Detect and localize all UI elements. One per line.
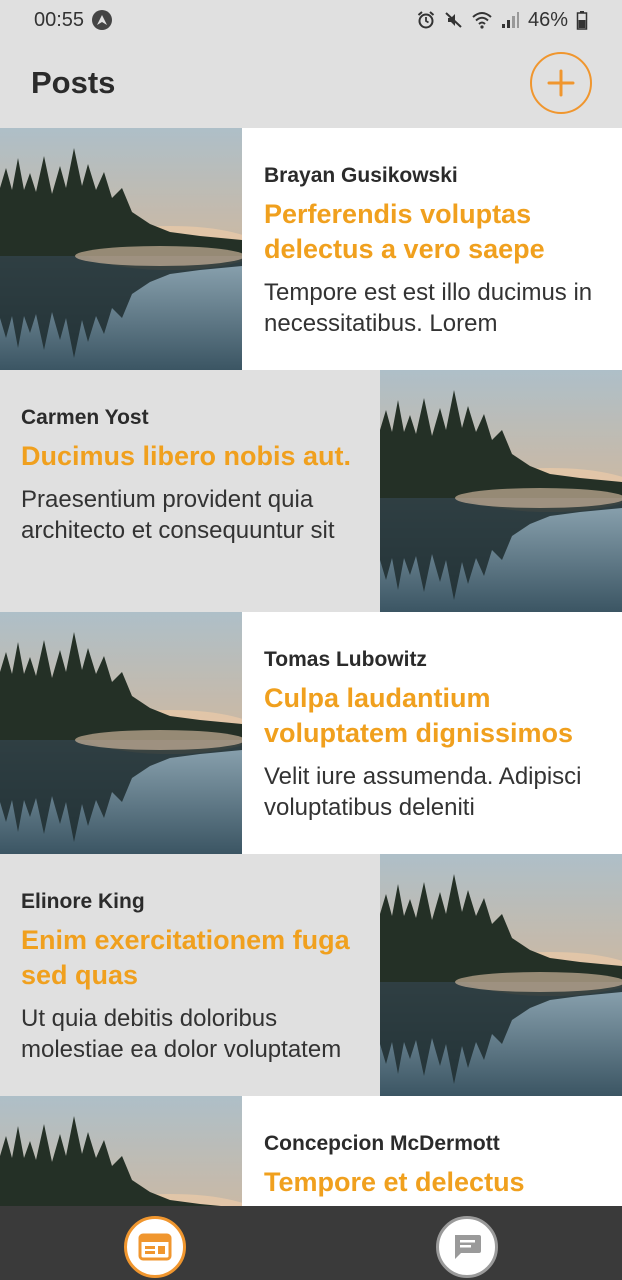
post-title: Perferendis voluptas delectus a vero sae…: [264, 199, 545, 264]
post-title: Tempore et delectus: [264, 1167, 525, 1197]
status-time: 00:55: [34, 8, 85, 31]
post-card[interactable]: Tomas Lubowitz Culpa laudantium voluptat…: [0, 612, 622, 854]
plus-icon: [547, 69, 575, 97]
mute-icon: [445, 12, 462, 28]
post-text: Elinore King Enim exercitationem fuga se…: [21, 854, 366, 1096]
feed-icon: [138, 1233, 172, 1261]
tab-posts[interactable]: [124, 1216, 186, 1278]
add-post-button[interactable]: [530, 52, 592, 114]
post-author: Elinore King: [21, 890, 145, 913]
posts-feed[interactable]: Brayan Gusikowski Perferendis voluptas d…: [0, 128, 622, 1206]
post-thumbnail: [0, 1096, 242, 1206]
post-thumbnail: [0, 128, 242, 370]
tab-chat[interactable]: [436, 1216, 498, 1278]
alarm-icon: [417, 11, 435, 29]
post-card[interactable]: Carmen Yost Ducimus libero nobis aut. Pr…: [0, 370, 622, 612]
page-title: Posts: [31, 65, 116, 100]
post-author: Carmen Yost: [21, 406, 149, 429]
post-author: Brayan Gusikowski: [264, 164, 458, 187]
battery-percentage: 46%: [527, 8, 568, 31]
post-text: Tomas Lubowitz Culpa laudantium voluptat…: [264, 612, 609, 854]
post-excerpt: Ut quia debitis doloribus molestiae ea d…: [21, 1005, 342, 1063]
post-title: Enim exercitationem fuga sed quas: [21, 925, 350, 990]
post-thumbnail: [380, 854, 622, 1096]
post-author: Tomas Lubowitz: [264, 648, 427, 671]
post-text: Concepcion McDermott Tempore et delectus: [264, 1096, 609, 1206]
bottom-navigation: [0, 1206, 622, 1280]
chat-icon: [455, 1235, 481, 1259]
app-bar: Posts: [0, 40, 622, 128]
post-excerpt: Tempore est est illo ducimus in necessit…: [264, 279, 593, 337]
post-text: Carmen Yost Ducimus libero nobis aut. Pr…: [21, 370, 366, 612]
post-excerpt: Praesentium provident quia architecto et…: [21, 486, 335, 544]
signal-icon: [501, 12, 519, 28]
post-card[interactable]: Brayan Gusikowski Perferendis voluptas d…: [0, 128, 622, 370]
wifi-icon: [472, 12, 492, 29]
post-thumbnail: [380, 370, 622, 612]
status-right: 46%: [416, 9, 588, 32]
post-text: Brayan Gusikowski Perferendis voluptas d…: [264, 128, 609, 370]
post-title: Culpa laudantium voluptatem dignissimos: [264, 683, 574, 748]
post-card[interactable]: Elinore King Enim exercitationem fuga se…: [0, 854, 622, 1096]
navigation-notification-icon: [92, 10, 113, 30]
battery-icon: [576, 11, 588, 30]
status-left: 00:55: [34, 8, 113, 32]
post-title: Ducimus libero nobis aut.: [21, 441, 352, 471]
post-excerpt: Velit iure assumenda. Adipisci voluptati…: [264, 763, 582, 821]
post-card[interactable]: Concepcion McDermott Tempore et delectus: [0, 1096, 622, 1206]
post-thumbnail: [0, 612, 242, 854]
post-author: Concepcion McDermott: [264, 1132, 500, 1155]
status-bar: 00:55 46%: [0, 0, 622, 40]
